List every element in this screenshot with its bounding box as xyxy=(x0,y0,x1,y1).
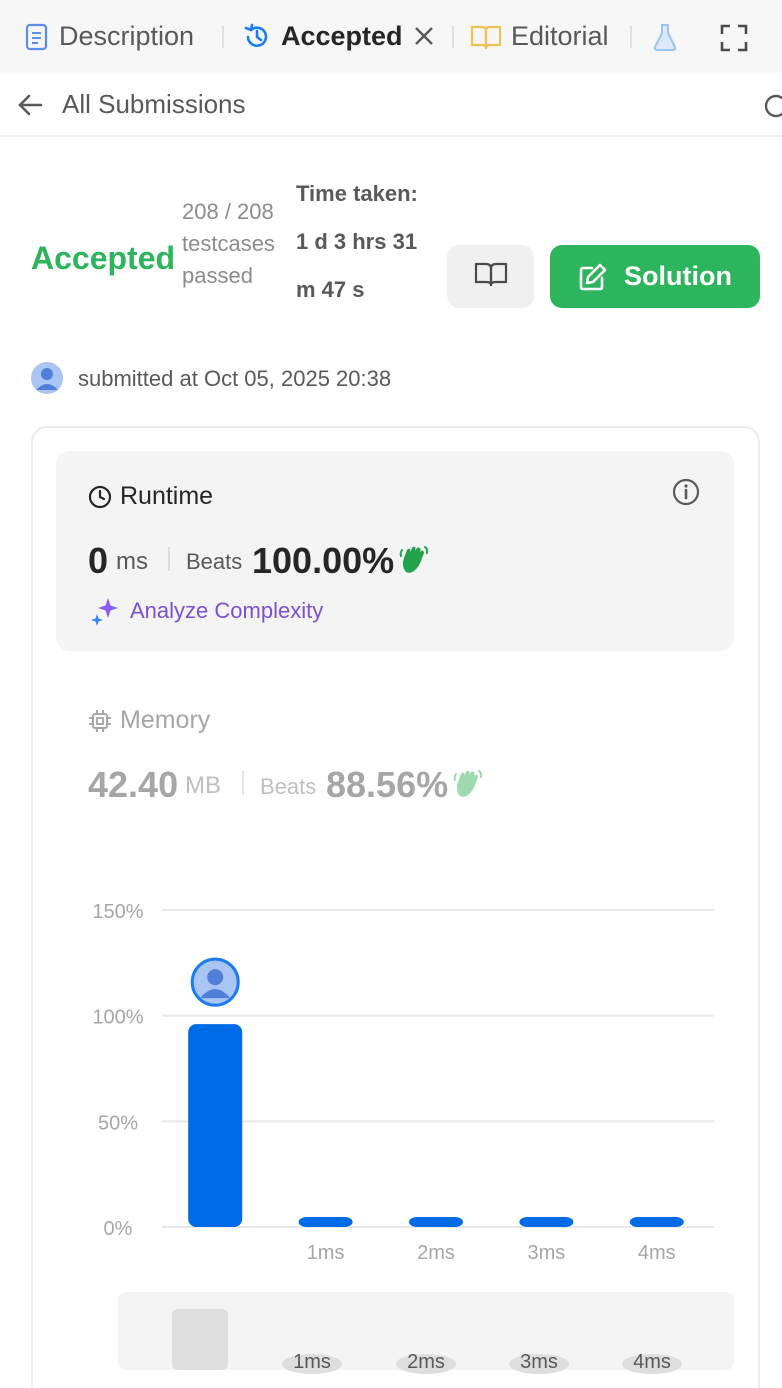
time-taken: Time taken: 1 d 3 hrs 31 m 47 s xyxy=(296,181,418,302)
submissions-nav: All Submissions xyxy=(0,73,782,137)
info-icon[interactable] xyxy=(671,477,701,512)
memory-unit: MB xyxy=(185,772,221,799)
tab-accepted-label: Accepted xyxy=(281,21,403,51)
bar xyxy=(629,1217,684,1227)
x-tick-label: 2ms xyxy=(417,1242,455,1264)
tab-divider xyxy=(630,26,632,48)
tab-divider xyxy=(222,26,224,48)
divider xyxy=(242,771,244,795)
x-tick-label: 1ms xyxy=(307,1242,345,1264)
runtime-unit: ms xyxy=(116,548,148,575)
memory-label: Memory xyxy=(120,706,211,734)
y-tick-label: 100% xyxy=(92,1007,143,1029)
runtime-title: Runtime xyxy=(88,482,213,511)
bar xyxy=(298,1217,353,1227)
book-icon xyxy=(470,24,502,50)
y-tick-label: 50% xyxy=(98,1112,138,1134)
overview-tick-label: 4ms xyxy=(633,1351,671,1373)
analyze-complexity-label: Analyze Complexity xyxy=(130,598,324,623)
user-avatar-marker xyxy=(190,957,240,1007)
testcases-passed: 208 / 208 testcases passed xyxy=(182,199,275,288)
y-tick-label: 150% xyxy=(92,901,143,923)
book-icon xyxy=(474,261,508,292)
document-icon xyxy=(24,23,50,51)
memory-beats-percent: 88.56% xyxy=(326,764,449,805)
runtime-value: 0 xyxy=(88,540,109,581)
y-tick-label: 0% xyxy=(104,1218,133,1240)
tab-description[interactable]: Description xyxy=(24,0,194,73)
clapping-hands-icon xyxy=(452,768,484,805)
editorial-button[interactable] xyxy=(447,245,534,308)
memory-title[interactable]: Memory xyxy=(88,706,210,735)
sparkle-icon xyxy=(90,596,120,626)
share-icon[interactable] xyxy=(762,93,782,124)
tab-editorial-label: Editorial xyxy=(511,21,609,51)
edit-icon xyxy=(578,262,608,292)
submitted-at: submitted at Oct 05, 2025 20:38 xyxy=(78,366,392,391)
runtime-label: Runtime xyxy=(120,482,214,510)
tab-editorial[interactable]: Editorial xyxy=(470,0,609,73)
clapping-hands-icon xyxy=(398,544,430,581)
bar xyxy=(188,1024,243,1227)
solution-label: Solution xyxy=(624,261,732,291)
tab-divider xyxy=(452,26,454,48)
clock-icon xyxy=(88,485,112,509)
x-tick-label: 3ms xyxy=(528,1242,566,1264)
bar xyxy=(519,1217,574,1227)
submission-status: Accepted xyxy=(31,240,176,276)
flask-icon xyxy=(652,22,678,52)
close-tab-icon[interactable] xyxy=(413,25,435,52)
runtime-beats-label: Beats xyxy=(186,549,243,574)
overview-tick-label: 3ms xyxy=(520,1351,558,1373)
fullscreen-icon[interactable] xyxy=(720,24,748,57)
divider xyxy=(168,547,170,571)
tab-accepted[interactable]: Accepted xyxy=(242,0,403,73)
overview-tick-label: 2ms xyxy=(407,1351,445,1373)
bar xyxy=(409,1217,463,1227)
all-submissions-link[interactable]: All Submissions xyxy=(62,89,246,120)
solution-button[interactable]: Solution xyxy=(550,245,760,308)
x-tick-label: 4ms xyxy=(638,1242,676,1264)
overview-bar xyxy=(172,1309,228,1370)
analyze-complexity-button[interactable]: Analyze Complexity xyxy=(90,596,323,626)
runtime-distribution-chart[interactable]: 0% 50% 100% 150% 1ms 2ms 3ms 4ms 1ms 2ms 3ms 4ms xyxy=(60,890,740,1388)
back-arrow-icon[interactable] xyxy=(16,91,44,124)
tab-testcase[interactable] xyxy=(652,0,687,73)
chip-icon xyxy=(88,709,112,733)
memory-value: 42.40 xyxy=(88,764,179,805)
overview-tick-label: 1ms xyxy=(293,1351,331,1373)
tab-description-label: Description xyxy=(59,21,195,51)
avatar[interactable] xyxy=(31,362,63,399)
tab-bar: Description Accepted Editorial xyxy=(0,0,782,73)
runtime-beats-percent: 100.00% xyxy=(252,540,395,581)
history-icon xyxy=(242,22,272,52)
memory-beats-label: Beats xyxy=(260,774,317,799)
